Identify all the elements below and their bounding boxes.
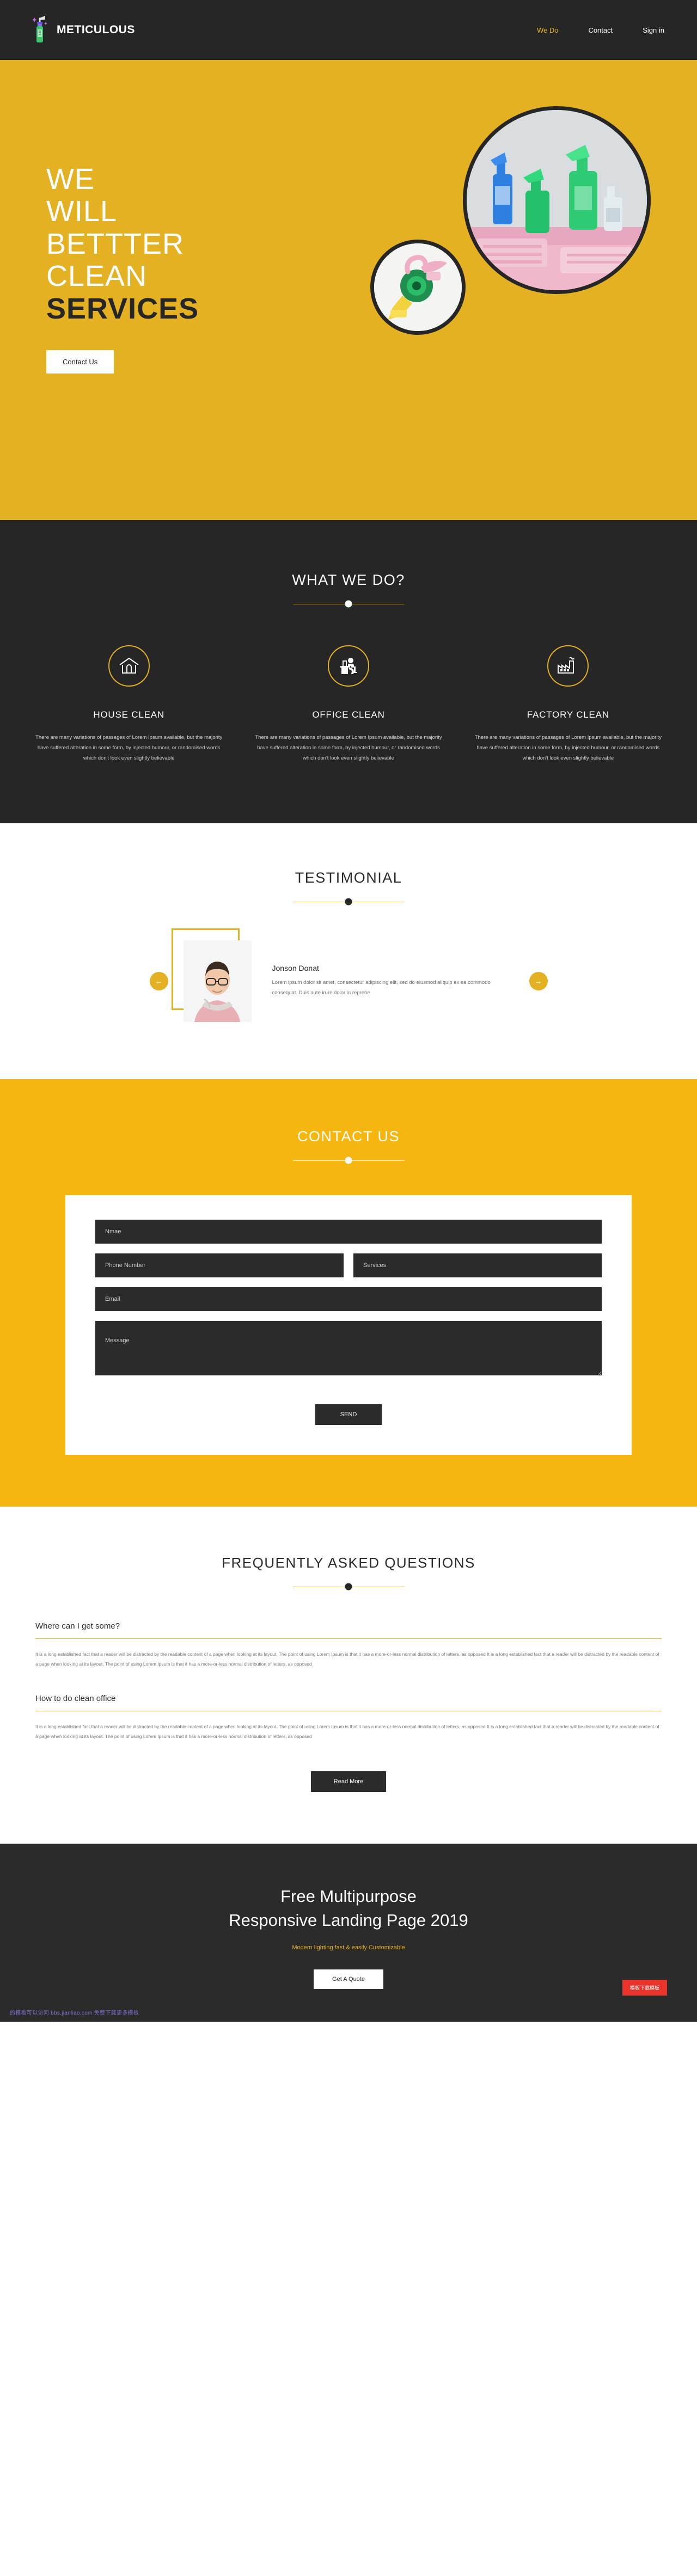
phone-input[interactable]	[95, 1253, 344, 1277]
hero-text-block: WE WILL BETTTER CLEAN SERVICES Contact U…	[46, 163, 199, 374]
service-cards: HOUSE CLEAN There are many variations of…	[0, 645, 697, 763]
service-title: HOUSE CLEAN	[93, 709, 164, 720]
factory-icon	[547, 645, 589, 687]
hero-small-image	[370, 240, 466, 335]
footer-subtitle: Modern lighting fast & easily Customizab…	[292, 1944, 405, 1951]
send-button-wrap: SEND	[95, 1404, 602, 1425]
main-navigation: We Do Contact Sign in	[537, 26, 664, 34]
nav-item-sign-in[interactable]: Sign in	[643, 26, 664, 34]
footer-heading: Free Multipurpose Responsive Landing Pag…	[0, 1884, 697, 1932]
spray-bottle-icon	[32, 13, 51, 47]
contact-form: SEND	[65, 1195, 632, 1455]
service-body: There are many variations of passages of…	[35, 735, 223, 761]
service-card-office: OFFICE CLEAN There are many variations o…	[239, 645, 458, 763]
hero-heading: WE WILL BETTTER CLEAN SERVICES	[46, 163, 199, 325]
faq-question: How to do clean office	[35, 1694, 662, 1711]
testimonial-heading-block: TESTIMONIAL	[0, 870, 697, 905]
testimonial-title: TESTIMONIAL	[295, 870, 402, 886]
hero-line-2: WILL	[46, 195, 118, 228]
faq-list: Where can I get some? It is a long estab…	[33, 1622, 664, 1741]
testimonial-text: Jonson Donat Lorem ipsum dolor sit amet,…	[272, 964, 501, 998]
services-section: WHAT WE DO? HOUSE CLEAN There are many v…	[0, 520, 697, 823]
footer-heading-line-2: Responsive Landing Page 2019	[229, 1911, 468, 1930]
testimonial-quote: Lorem ipsum dolor sit amet, consectetur …	[272, 980, 491, 996]
hero-contact-us-button[interactable]: Contact Us	[46, 350, 114, 374]
contact-section: CONTACT US SEND	[0, 1079, 697, 1507]
man-portrait-photo	[183, 940, 252, 1022]
service-title: FACTORY CLEAN	[527, 709, 609, 720]
download-template-button[interactable]: 模板下载模板	[622, 1980, 667, 1996]
service-body: There are many variations of passages of…	[255, 735, 442, 761]
arrow-left-icon[interactable]: ←	[149, 972, 168, 990]
name-input[interactable]	[95, 1220, 602, 1244]
faq-item[interactable]: How to do clean office It is a long esta…	[35, 1694, 662, 1742]
contact-heading-block: CONTACT US	[0, 1128, 697, 1164]
brand-logo-group[interactable]: METICULOUS	[32, 13, 135, 47]
section-divider	[292, 600, 405, 608]
hero-section: WE WILL BETTTER CLEAN SERVICES Contact U…	[0, 60, 697, 520]
services-input[interactable]	[353, 1253, 602, 1277]
house-icon	[108, 645, 150, 687]
hero-line-1: WE	[46, 163, 95, 195]
read-more-button[interactable]: Read More	[310, 1771, 387, 1792]
faq-section: FREQUENTLY ASKED QUESTIONS Where can I g…	[0, 1507, 697, 1844]
site-header: METICULOUS We Do Contact Sign in	[0, 0, 697, 60]
footer-heading-line-1: Free Multipurpose	[280, 1887, 417, 1906]
service-title: OFFICE CLEAN	[312, 709, 385, 720]
nav-item-we-do[interactable]: We Do	[537, 26, 559, 34]
read-more-wrap: Read More	[0, 1771, 697, 1792]
service-body: There are many variations of passages of…	[474, 735, 662, 761]
faq-answer: It is a long established fact that a rea…	[35, 1651, 659, 1667]
section-divider	[292, 898, 405, 905]
faq-title: FREQUENTLY ASKED QUESTIONS	[222, 1555, 475, 1571]
brand-name: METICULOUS	[57, 23, 135, 36]
divider-dot	[345, 1583, 352, 1590]
faq-heading-block: FREQUENTLY ASKED QUESTIONS	[0, 1555, 697, 1590]
email-input[interactable]	[95, 1287, 602, 1311]
hero-line-5: SERVICES	[46, 292, 199, 325]
footer-button-row: Get A Quote	[0, 1969, 697, 1990]
office-desk-icon	[327, 645, 369, 687]
hero-line-4: CLEAN	[46, 260, 148, 293]
services-heading-block: WHAT WE DO?	[0, 572, 697, 608]
divider-dot	[345, 898, 352, 905]
faq-item[interactable]: Where can I get some? It is a long estab…	[35, 1622, 662, 1669]
testimonial-author-name: Jonson Donat	[272, 964, 319, 973]
services-title: WHAT WE DO?	[292, 572, 405, 588]
watermark-text: 的模板可以访问 bbs.jianliao.com 免费下载更多模板	[10, 2010, 139, 2017]
faq-question: Where can I get some?	[35, 1622, 662, 1639]
section-divider	[292, 1157, 405, 1164]
service-card-house: HOUSE CLEAN There are many variations of…	[19, 645, 239, 763]
form-row	[95, 1253, 602, 1287]
divider-dot	[345, 600, 352, 608]
faq-answer: It is a long established fact that a rea…	[35, 1723, 659, 1739]
divider-dot	[345, 1157, 352, 1164]
contact-title: CONTACT US	[297, 1128, 400, 1145]
testimonial-section: TESTIMONIAL ← Jonson Donat Lorem ipsum d…	[0, 823, 697, 1079]
message-textarea[interactable]	[95, 1321, 602, 1375]
testimonial-photo-wrap	[171, 928, 252, 1022]
send-button[interactable]: SEND	[315, 1404, 382, 1425]
hero-line-3: BETTTER	[46, 227, 185, 260]
hero-large-image	[463, 106, 651, 294]
testimonial-slider: ← Jonson Donat Lorem ipsum dolor sit ame…	[0, 928, 697, 1022]
site-footer: Free Multipurpose Responsive Landing Pag…	[0, 1844, 697, 2022]
arrow-right-icon[interactable]: →	[529, 972, 548, 990]
get-a-quote-button[interactable]: Get A Quote	[314, 1969, 383, 1990]
nav-item-contact[interactable]: Contact	[588, 26, 613, 34]
section-divider	[292, 1583, 405, 1590]
service-card-factory: FACTORY CLEAN There are many variations …	[458, 645, 678, 763]
